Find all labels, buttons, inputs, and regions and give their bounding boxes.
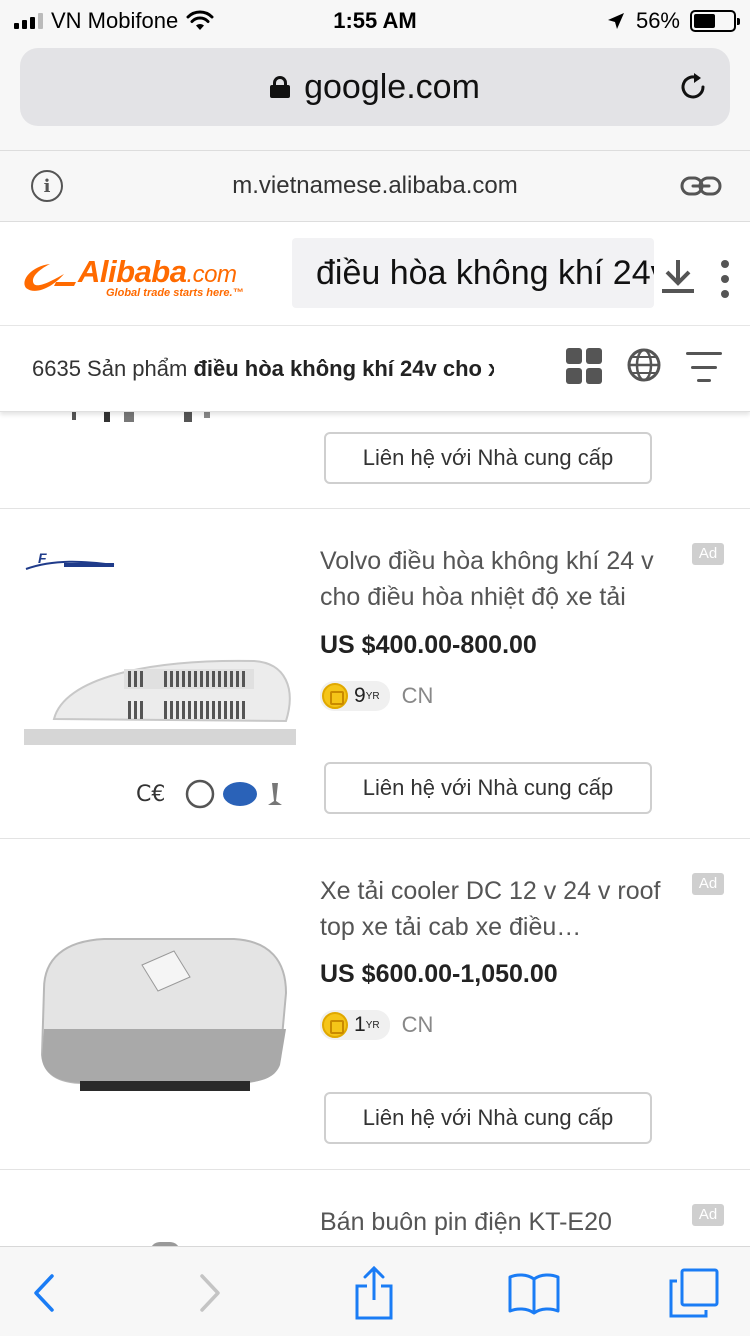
product-thumbnail[interactable] (24, 412, 294, 428)
browser-toolbar (0, 1246, 750, 1336)
grid-view-icon[interactable] (566, 348, 602, 384)
address-bar[interactable]: google.com (20, 48, 730, 126)
gold-supplier-badge: 9 YR (320, 681, 390, 711)
product-card[interactable]: F C€ Volvo điều hòa không khí 24 v cho đ… (0, 509, 750, 839)
alibaba-logo[interactable]: Alibaba.com Global trade starts here.™ (18, 254, 268, 302)
info-icon[interactable]: i (31, 170, 63, 202)
amp-source-bar: i m.vietnamese.alibaba.com (0, 150, 750, 222)
supplier-country: CN (401, 1012, 434, 1037)
amp-source-url[interactable]: m.vietnamese.alibaba.com (232, 172, 517, 200)
battery-icon (690, 10, 740, 32)
gold-supplier-badge: 1 YR (320, 1010, 390, 1040)
tabs-icon (669, 1268, 719, 1318)
results-query: điều hòa không khí 24v cho xe tải (193, 356, 494, 381)
product-card: Liên hệ với Nhà cung cấp (0, 412, 750, 509)
product-card[interactable]: Xe tải cooler DC 12 v 24 v roof top xe t… (0, 839, 750, 1170)
url-host: google.com (304, 67, 480, 106)
logo-tagline: Global trade starts here.™ (106, 287, 244, 299)
product-thumbnail[interactable] (24, 869, 296, 1141)
supplier-info: 1 YR CN (320, 1010, 433, 1040)
results-summary: 6635 Sản phẩm điều hòa không khí 24v cho… (32, 356, 494, 382)
battery-fill (694, 14, 716, 28)
product-title[interactable]: Volvo điều hòa không khí 24 v cho điều h… (320, 543, 700, 623)
supplier-country: CN (401, 683, 434, 708)
product-title[interactable]: Bán buôn pin điện KT-E20 (320, 1204, 700, 1240)
share-icon (355, 1266, 393, 1320)
filter-icon[interactable] (686, 352, 722, 382)
more-menu-icon[interactable] (718, 260, 732, 298)
reload-icon[interactable] (676, 70, 710, 104)
contact-supplier-button[interactable]: Liên hệ với Nhà cung cấp (324, 1092, 652, 1144)
tabs-button[interactable] (664, 1263, 724, 1323)
chevron-left-icon (34, 1274, 54, 1312)
site-header: Alibaba.com Global trade starts here.™ đ… (0, 222, 750, 326)
browser-url-area: google.com (0, 40, 750, 150)
back-button[interactable] (14, 1263, 74, 1323)
gold-supplier-icon (322, 683, 348, 709)
ad-badge: Ad (692, 873, 724, 895)
results-count: 6635 Sản phẩm (32, 356, 188, 381)
download-icon[interactable] (660, 258, 696, 296)
svg-text:C€: C€ (136, 782, 165, 807)
ad-badge: Ad (692, 543, 724, 565)
supplier-info: 9 YR CN (320, 681, 433, 711)
status-right: 56% (606, 8, 740, 34)
share-button[interactable] (344, 1263, 404, 1323)
location-arrow-icon (607, 13, 624, 29)
product-price: US $400.00-800.00 (320, 631, 537, 659)
gold-supplier-icon (322, 1012, 348, 1038)
globe-icon[interactable] (626, 347, 662, 383)
contact-supplier-button[interactable]: Liên hệ với Nhà cung cấp (324, 762, 652, 814)
product-title[interactable]: Xe tải cooler DC 12 v 24 v roof top xe t… (320, 873, 700, 947)
link-icon[interactable] (680, 173, 722, 199)
product-thumbnail[interactable]: F C€ (24, 539, 296, 811)
search-input[interactable]: điều hòa không khí 24v cho xe tải (292, 238, 654, 308)
book-icon (508, 1273, 560, 1315)
ad-badge: Ad (692, 1204, 724, 1226)
chevron-right-icon (200, 1274, 220, 1312)
product-list: Liên hệ với Nhà cung cấp F C€ Volvo điều… (0, 412, 750, 1246)
battery-percent: 56% (635, 8, 680, 33)
logo-wordmark: Alibaba.com (78, 254, 237, 289)
product-card[interactable]: Bán buôn pin điện KT-E20 Ad (0, 1170, 750, 1246)
results-bar: 6635 Sản phẩm điều hòa không khí 24v cho… (0, 326, 750, 412)
forward-button[interactable] (180, 1263, 240, 1323)
status-bar: VN Mobifone 1:55 AM 56% (0, 0, 750, 40)
alibaba-swoosh-icon (24, 264, 76, 291)
contact-supplier-button[interactable]: Liên hệ với Nhà cung cấp (324, 432, 652, 484)
bookmarks-button[interactable] (504, 1263, 564, 1323)
lock-icon (270, 76, 291, 98)
product-price: US $600.00-1,050.00 (320, 960, 558, 988)
